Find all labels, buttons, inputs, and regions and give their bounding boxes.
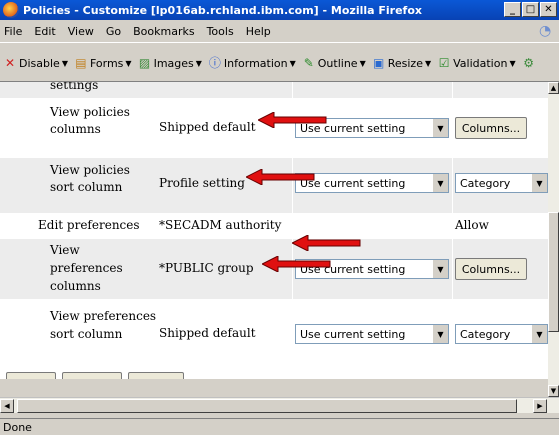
bottom-button[interactable] xyxy=(128,372,184,379)
forms-icon: ▤ xyxy=(75,56,87,70)
status-text: Done xyxy=(3,420,32,434)
status-bar: Done xyxy=(0,418,559,435)
vertical-scroll-thumb[interactable] xyxy=(548,212,559,332)
setting-select[interactable]: Use current setting ▼ xyxy=(295,173,449,193)
row-value: Shipped default xyxy=(159,120,256,134)
disable-icon: ✕ xyxy=(4,56,16,70)
horizontal-scroll-thumb[interactable] xyxy=(17,399,517,413)
row-name: settings xyxy=(50,82,99,92)
menu-view[interactable]: View xyxy=(68,25,94,38)
maximize-button[interactable]: □ xyxy=(522,2,539,17)
row-name: View preferences sort column xyxy=(50,309,157,341)
sort-category-select[interactable]: Category ▼ xyxy=(455,324,548,344)
page-content: settings View policies columns Shipped d… xyxy=(0,82,548,379)
scroll-left-icon[interactable]: ◀ xyxy=(0,399,14,413)
row-value: Shipped default xyxy=(159,326,256,340)
setting-select-value: Use current setting xyxy=(300,327,406,341)
toolbar-resize-label: Resize xyxy=(387,56,423,70)
options-icon: ⚙ xyxy=(523,56,534,70)
toolbar-resize[interactable]: ▣ Resize ▼ xyxy=(372,56,431,70)
toolbar-images[interactable]: ▨ Images ▼ xyxy=(138,56,202,70)
menu-tools[interactable]: Tools xyxy=(207,25,234,38)
menu-edit[interactable]: Edit xyxy=(34,25,55,38)
toolbar-information-label: Information xyxy=(223,56,288,70)
validation-icon: ☑ xyxy=(438,56,450,70)
sort-category-value: Category xyxy=(460,327,511,341)
close-button[interactable]: ✕ xyxy=(540,2,557,17)
menu-help[interactable]: Help xyxy=(246,25,271,38)
menu-file[interactable]: File xyxy=(4,25,22,38)
dropdown-arrow-icon: ▼ xyxy=(531,325,547,343)
title-bar: Policies - Customize [lp016ab.rchland.ib… xyxy=(0,0,559,20)
table-row: View preferences sort column Shipped def… xyxy=(0,299,548,365)
toolbar-overflow[interactable]: ⚙ xyxy=(522,56,538,70)
row-value: *PUBLIC group xyxy=(159,261,254,275)
scroll-right-icon[interactable]: ▶ xyxy=(533,399,547,413)
dropdown-arrow-icon: ▼ xyxy=(432,174,448,192)
toolbar-disable-label: Disable xyxy=(19,56,60,70)
dropdown-arrow-icon: ▼ xyxy=(531,174,547,192)
menu-go[interactable]: Go xyxy=(106,25,121,38)
bottom-button[interactable] xyxy=(6,372,56,379)
toolbar-validation-label: Validation xyxy=(453,56,508,70)
vertical-scrollbar[interactable]: ▲ ▼ xyxy=(548,82,559,397)
row-name: View preferences columns xyxy=(50,243,123,293)
annotation-arrow-icon xyxy=(292,235,361,251)
window-title: Policies - Customize [lp016ab.rchland.ib… xyxy=(23,3,422,17)
table-row: Edit preferences *SECADM authority Allow xyxy=(0,213,548,239)
throbber-icon: ◔ xyxy=(539,23,552,39)
sort-category-select[interactable]: Category ▼ xyxy=(455,173,548,193)
dropdown-arrow-icon: ▼ xyxy=(432,260,448,278)
toolbar-images-label: Images xyxy=(153,56,194,70)
row-permission: Allow xyxy=(455,218,489,232)
toolbar-outline-label: Outline xyxy=(317,56,358,70)
toolbar-outline[interactable]: ✎ Outline ▼ xyxy=(302,56,366,70)
annotation-arrow-icon xyxy=(246,169,315,185)
firefox-icon xyxy=(3,2,19,18)
images-icon: ▨ xyxy=(138,56,151,70)
scroll-down-icon[interactable]: ▼ xyxy=(548,385,559,397)
toolbar-forms-label: Forms xyxy=(89,56,124,70)
sort-category-value: Category xyxy=(460,176,511,190)
horizontal-scrollbar[interactable]: ◀ ▶ xyxy=(0,397,559,413)
table-row: settings xyxy=(0,82,548,98)
setting-select[interactable]: Use current setting ▼ xyxy=(295,324,449,344)
bottom-button[interactable] xyxy=(62,372,122,379)
webdev-toolbar: ✕ Disable ▼ ▤ Forms ▼ ▨ Images ▼ ⓘ Informat… xyxy=(0,42,559,82)
scroll-up-icon[interactable]: ▲ xyxy=(548,82,559,94)
toolbar-forms[interactable]: ▤ Forms ▼ xyxy=(74,56,131,70)
row-name: Edit preferences xyxy=(38,218,140,232)
toolbar-disable[interactable]: ✕ Disable ▼ xyxy=(3,56,68,70)
toolbar-information[interactable]: ⓘ Information ▼ xyxy=(208,56,296,70)
columns-button[interactable]: Columns... xyxy=(455,258,527,280)
toolbar-validation[interactable]: ☑ Validation ▼ xyxy=(437,56,516,70)
information-icon: ⓘ xyxy=(208,56,221,70)
dropdown-arrow-icon: ▼ xyxy=(432,325,448,343)
columns-button[interactable]: Columns... xyxy=(455,117,527,139)
row-name: View policies columns xyxy=(50,105,130,136)
table-row: View policies sort column Profile settin… xyxy=(0,158,548,213)
annotation-arrow-icon xyxy=(262,256,331,272)
table-row: View policies columns Shipped default Us… xyxy=(0,98,548,158)
resize-icon: ▣ xyxy=(373,56,385,70)
row-value: Profile setting xyxy=(159,176,245,190)
annotation-arrow-icon xyxy=(258,112,327,128)
menu-bar: File Edit View Go Bookmarks Tools Help xyxy=(0,20,559,42)
row-name: View policies sort column xyxy=(50,163,130,194)
dropdown-arrow-icon: ▼ xyxy=(432,119,448,137)
minimize-button[interactable]: _ xyxy=(504,2,521,17)
menu-bookmarks[interactable]: Bookmarks xyxy=(133,25,194,38)
outline-icon: ✎ xyxy=(303,56,314,70)
row-value: *SECADM authority xyxy=(159,218,282,232)
